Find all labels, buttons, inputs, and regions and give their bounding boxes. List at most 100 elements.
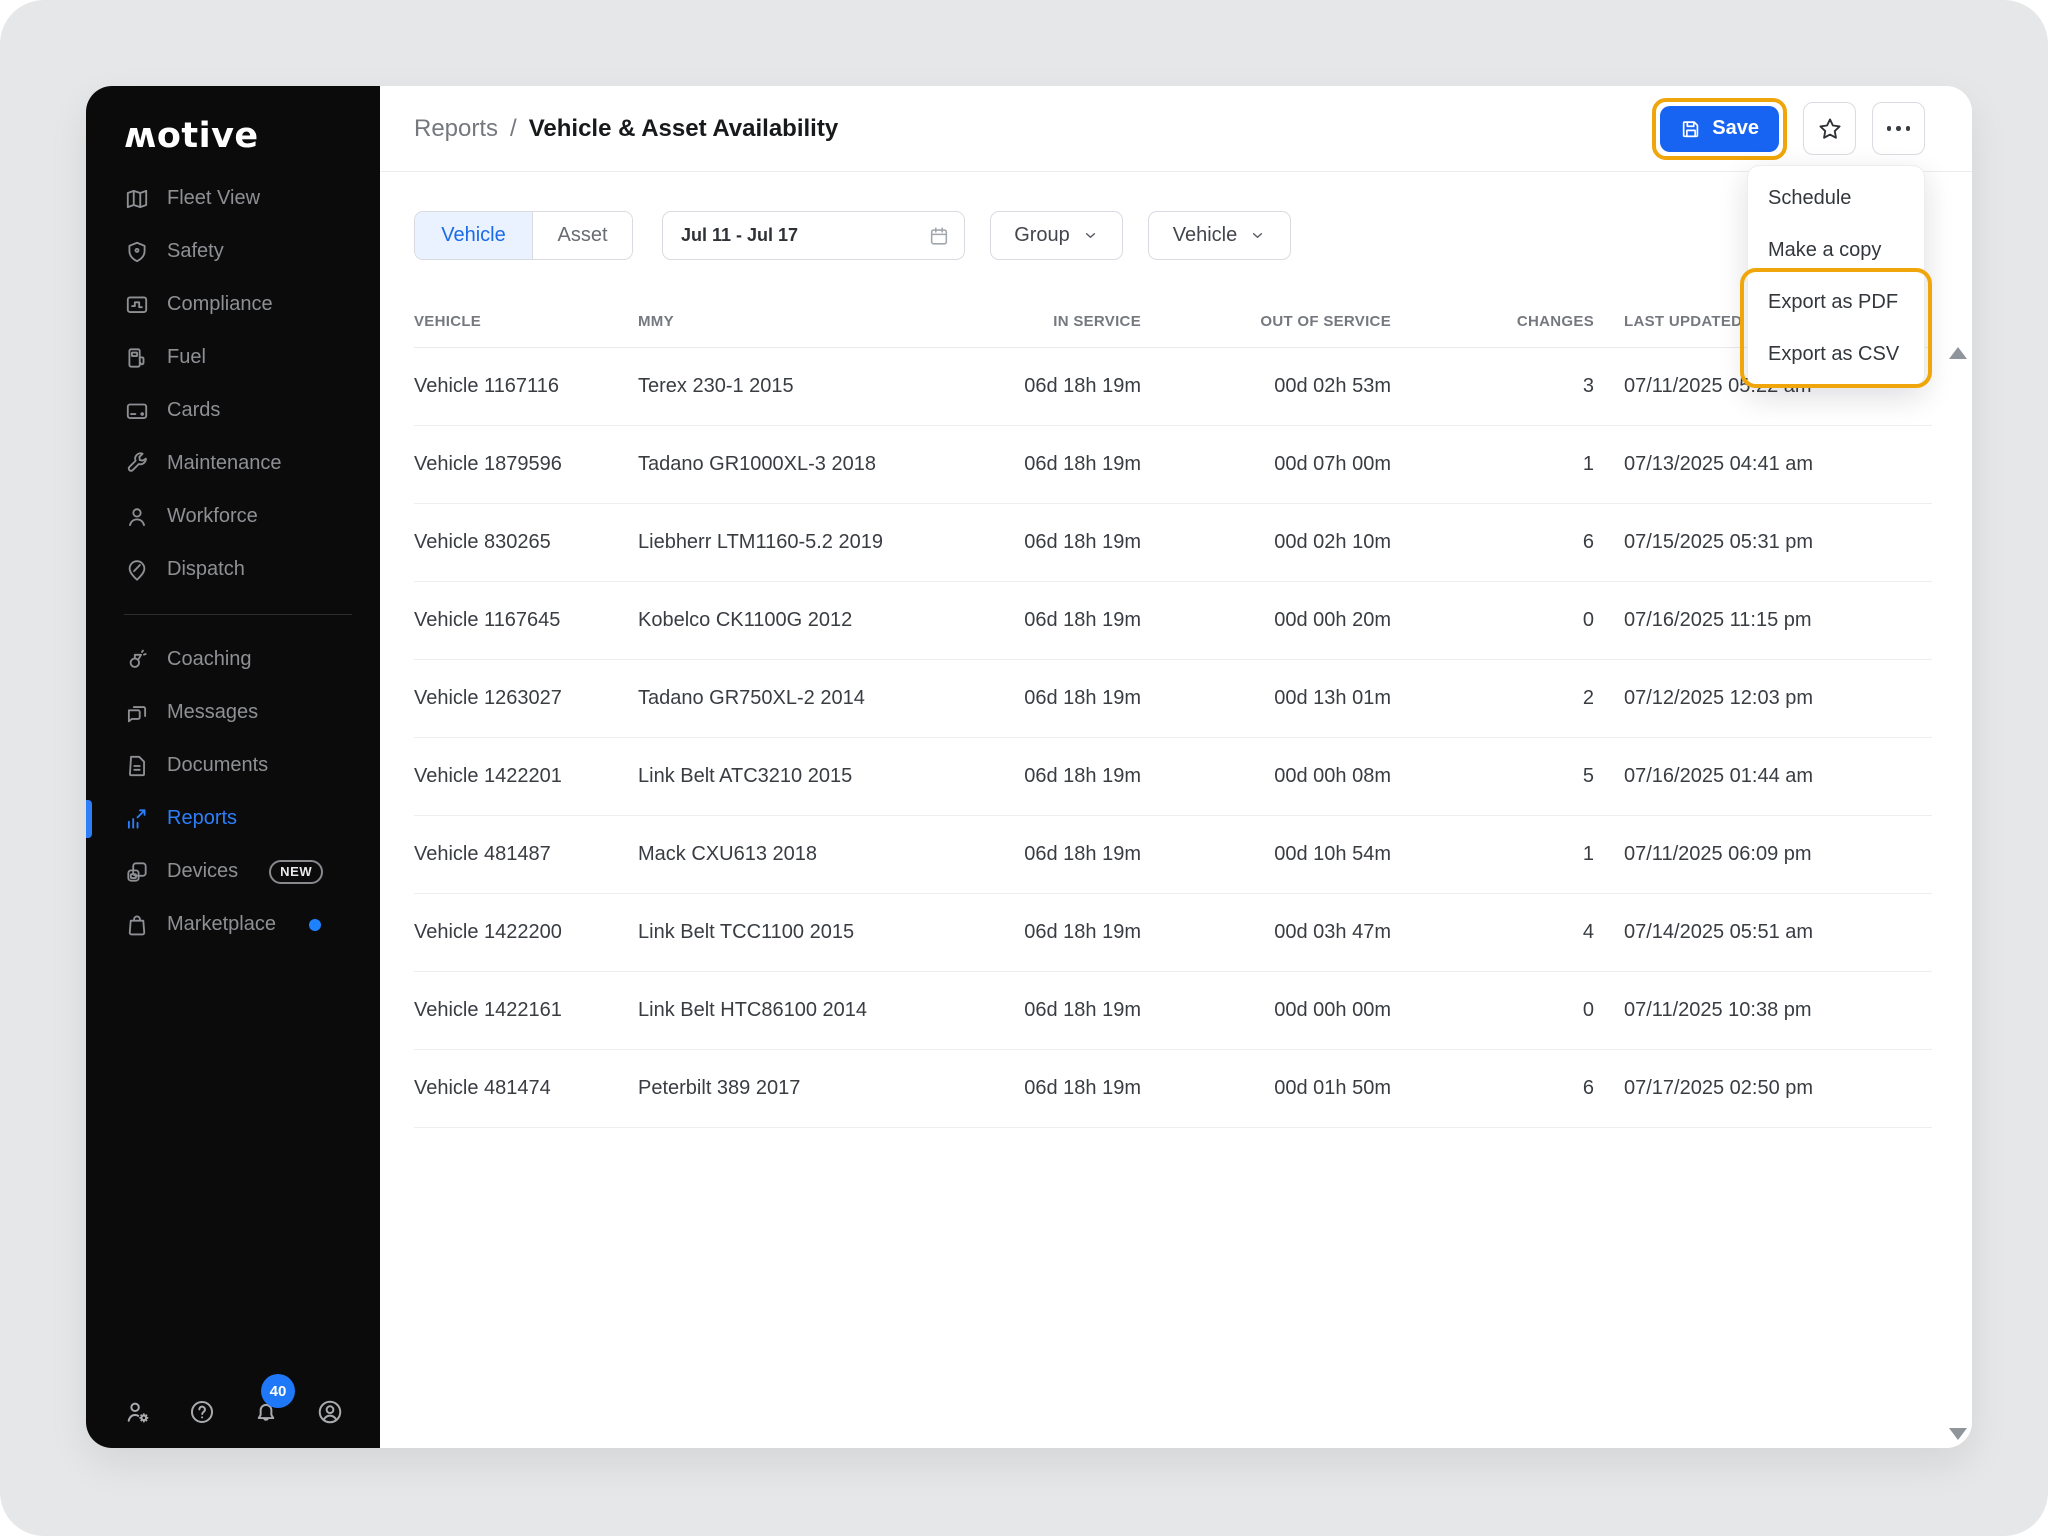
calendar-icon bbox=[928, 225, 950, 247]
column-header-vehicle: VEHICLE bbox=[414, 313, 638, 330]
cell-in-service: 06d 18h 19m bbox=[938, 609, 1141, 632]
sidebar-item-messages[interactable]: Messages bbox=[86, 686, 380, 739]
cell-last-updated: 07/17/2025 02:50 pm bbox=[1594, 1077, 1932, 1100]
filter-bar: Vehicle Asset Jul 11 - Jul 17 Group Vehi… bbox=[414, 211, 1972, 260]
sidebar-item-label: Devices bbox=[167, 860, 238, 883]
cell-changes: 5 bbox=[1391, 765, 1594, 788]
sidebar-item-label: Safety bbox=[167, 240, 224, 263]
breadcrumb: Reports / Vehicle & Asset Availability bbox=[414, 115, 838, 143]
sidebar-item-fleet-view[interactable]: Fleet View bbox=[86, 172, 380, 225]
table-row[interactable]: Vehicle 1167645 Kobelco CK1100G 2012 06d… bbox=[414, 582, 1932, 660]
cell-vehicle: Vehicle 830265 bbox=[414, 531, 638, 554]
sidebar: ʍotive Fleet View Safety Compliance Fuel bbox=[86, 86, 380, 1448]
cell-mmy: Link Belt HTC86100 2014 bbox=[638, 999, 938, 1022]
chat-icon bbox=[124, 700, 150, 726]
sidebar-item-fuel[interactable]: Fuel bbox=[86, 331, 380, 384]
sidebar-item-coaching[interactable]: Coaching bbox=[86, 633, 380, 686]
sidebar-item-dispatch[interactable]: Dispatch bbox=[86, 543, 380, 596]
cell-changes: 1 bbox=[1391, 453, 1594, 476]
cell-out-of-service: 00d 02h 10m bbox=[1141, 531, 1391, 554]
tab-asset[interactable]: Asset bbox=[532, 212, 632, 259]
menu-item-export-csv[interactable]: Export as CSV bbox=[1748, 328, 1924, 380]
sidebar-item-label: Maintenance bbox=[167, 452, 282, 475]
cell-vehicle: Vehicle 1422161 bbox=[414, 999, 638, 1022]
sidebar-item-marketplace[interactable]: Marketplace bbox=[86, 898, 380, 951]
save-button-highlight: Save bbox=[1652, 98, 1787, 160]
date-range-picker[interactable]: Jul 11 - Jul 17 bbox=[662, 211, 965, 260]
cell-out-of-service: 00d 10h 54m bbox=[1141, 843, 1391, 866]
tab-vehicle[interactable]: Vehicle bbox=[415, 212, 532, 259]
compliance-icon bbox=[124, 292, 150, 318]
table-row[interactable]: Vehicle 1422200 Link Belt TCC1100 2015 0… bbox=[414, 894, 1932, 972]
save-button[interactable]: Save bbox=[1660, 106, 1779, 152]
cell-in-service: 06d 18h 19m bbox=[938, 921, 1141, 944]
pin-icon bbox=[124, 557, 150, 583]
cell-mmy: Mack CXU613 2018 bbox=[638, 843, 938, 866]
help-icon[interactable] bbox=[188, 1398, 216, 1426]
group-filter-dropdown[interactable]: Group bbox=[990, 211, 1123, 260]
cell-mmy: Link Belt ATC3210 2015 bbox=[638, 765, 938, 788]
sidebar-item-devices[interactable]: Devices NEW bbox=[86, 845, 380, 898]
table-row[interactable]: Vehicle 481474 Peterbilt 389 2017 06d 18… bbox=[414, 1050, 1932, 1128]
cell-vehicle: Vehicle 1167116 bbox=[414, 375, 638, 398]
cell-changes: 3 bbox=[1391, 375, 1594, 398]
scroll-down-arrow[interactable] bbox=[1949, 1428, 1967, 1440]
cell-changes: 0 bbox=[1391, 999, 1594, 1022]
chevron-down-icon bbox=[1082, 227, 1099, 244]
cell-last-updated: 07/12/2025 12:03 pm bbox=[1594, 687, 1932, 710]
more-options-button[interactable] bbox=[1872, 102, 1925, 155]
table-row[interactable]: Vehicle 1263027 Tadano GR750XL-2 2014 06… bbox=[414, 660, 1932, 738]
cell-vehicle: Vehicle 481487 bbox=[414, 843, 638, 866]
sidebar-item-documents[interactable]: Documents bbox=[86, 739, 380, 792]
cell-last-updated: 07/16/2025 01:44 am bbox=[1594, 765, 1932, 788]
user-settings-icon[interactable] bbox=[124, 1398, 152, 1426]
sidebar-item-reports[interactable]: Reports bbox=[86, 792, 380, 845]
sidebar-item-workforce[interactable]: Workforce bbox=[86, 490, 380, 543]
cell-mmy: Peterbilt 389 2017 bbox=[638, 1077, 938, 1100]
table-row[interactable]: Vehicle 1422201 Link Belt ATC3210 2015 0… bbox=[414, 738, 1932, 816]
sidebar-item-safety[interactable]: Safety bbox=[86, 225, 380, 278]
cell-mmy: Terex 230-1 2015 bbox=[638, 375, 938, 398]
cell-vehicle: Vehicle 1167645 bbox=[414, 609, 638, 632]
vehicle-filter-dropdown[interactable]: Vehicle bbox=[1148, 211, 1291, 260]
wrench-icon bbox=[124, 451, 150, 477]
sidebar-item-cards[interactable]: Cards bbox=[86, 384, 380, 437]
breadcrumb-reports-link[interactable]: Reports bbox=[414, 115, 498, 143]
scroll-up-arrow[interactable] bbox=[1949, 347, 1967, 359]
column-header-changes: CHANGES bbox=[1391, 313, 1594, 330]
menu-item-export-pdf[interactable]: Export as PDF bbox=[1748, 276, 1924, 328]
fuel-pump-icon bbox=[124, 345, 150, 371]
cell-in-service: 06d 18h 19m bbox=[938, 765, 1141, 788]
table-row[interactable]: Vehicle 1422161 Link Belt HTC86100 2014 … bbox=[414, 972, 1932, 1050]
cell-vehicle: Vehicle 1263027 bbox=[414, 687, 638, 710]
menu-item-make-a-copy[interactable]: Make a copy bbox=[1748, 224, 1924, 276]
page-header: Reports / Vehicle & Asset Availability S… bbox=[380, 86, 1972, 172]
cell-mmy: Tadano GR750XL-2 2014 bbox=[638, 687, 938, 710]
cell-out-of-service: 00d 01h 50m bbox=[1141, 1077, 1391, 1100]
cell-in-service: 06d 18h 19m bbox=[938, 453, 1141, 476]
cell-mmy: Link Belt TCC1100 2015 bbox=[638, 921, 938, 944]
marketplace-notification-dot bbox=[309, 919, 321, 931]
cell-last-updated: 07/11/2025 06:09 pm bbox=[1594, 843, 1932, 866]
sidebar-item-label: Marketplace bbox=[167, 913, 276, 936]
table-row[interactable]: Vehicle 830265 Liebherr LTM1160-5.2 2019… bbox=[414, 504, 1932, 582]
table-row[interactable]: Vehicle 481487 Mack CXU613 2018 06d 18h … bbox=[414, 816, 1932, 894]
chart-icon bbox=[124, 806, 150, 832]
table-row[interactable]: Vehicle 1167116 Terex 230-1 2015 06d 18h… bbox=[414, 348, 1932, 426]
sidebar-item-compliance[interactable]: Compliance bbox=[86, 278, 380, 331]
account-icon[interactable] bbox=[316, 1398, 344, 1426]
floppy-disk-icon bbox=[1680, 118, 1702, 140]
cell-last-updated: 07/14/2025 05:51 am bbox=[1594, 921, 1932, 944]
cell-in-service: 06d 18h 19m bbox=[938, 843, 1141, 866]
table-row[interactable]: Vehicle 1879596 Tadano GR1000XL-3 2018 0… bbox=[414, 426, 1932, 504]
menu-item-schedule[interactable]: Schedule bbox=[1748, 172, 1924, 224]
cell-changes: 6 bbox=[1391, 1077, 1594, 1100]
sidebar-item-maintenance[interactable]: Maintenance bbox=[86, 437, 380, 490]
favorite-star-button[interactable] bbox=[1803, 102, 1856, 155]
shopping-bag-icon bbox=[124, 912, 150, 938]
availability-table: VEHICLE MMY IN SERVICE OUT OF SERVICE CH… bbox=[414, 296, 1932, 1128]
app-window: ʍotive Fleet View Safety Compliance Fuel bbox=[86, 86, 1972, 1448]
cell-mmy: Liebherr LTM1160-5.2 2019 bbox=[638, 531, 938, 554]
cell-out-of-service: 00d 13h 01m bbox=[1141, 687, 1391, 710]
notifications-bell-icon[interactable]: 40 bbox=[252, 1398, 280, 1426]
